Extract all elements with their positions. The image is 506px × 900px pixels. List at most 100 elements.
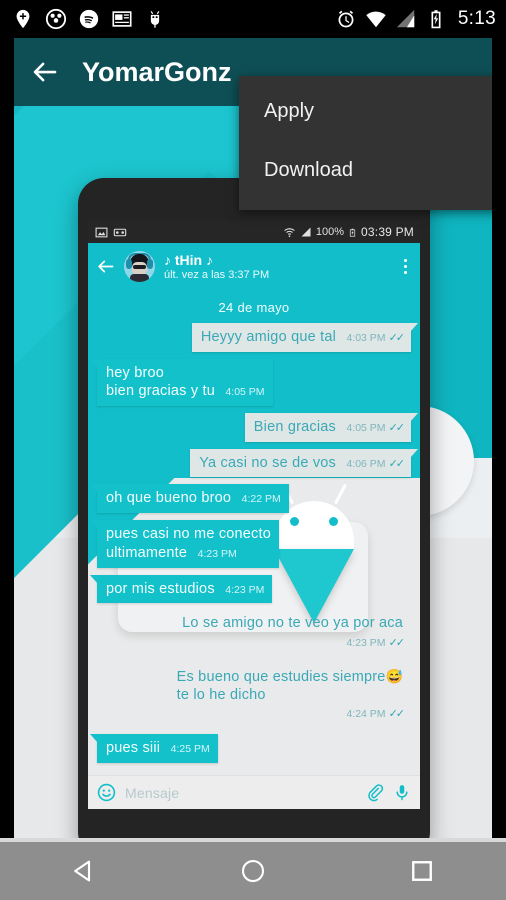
news-layout-icon [112,11,132,27]
read-receipt-icon: ✓✓ [388,636,406,649]
message-row[interactable]: oh que bueno broo 4:22 PM [90,484,411,514]
avatar-headphone-right [147,259,153,269]
message-meta: 4:03 PM ✓✓ [346,331,406,344]
app-container: YomarGonz 100% 03:39 PM ♪ tHin ♪ últ. ve… [14,38,492,838]
bubble-tail [90,484,98,494]
location-pin-plus-icon [16,9,30,29]
nav-recents-square-icon[interactable] [407,856,437,886]
voicemail-icon [113,228,127,236]
bubble-tail [410,448,418,458]
chat-overflow-menu-icon[interactable] [404,259,411,274]
menu-item-download[interactable]: Download [239,141,492,200]
screen-root: 5:13 YomarGonz 100% 03:39 PM ♪ tHin ♪ úl… [0,0,506,900]
message-meta: 4:06 PM ✓✓ [346,457,406,470]
avatar[interactable] [124,251,155,282]
status-bar-clock: 5:13 [457,8,496,29]
chat-contact-lastseen: últ. vez a las 3:37 PM [164,268,270,281]
message-body: Es bueno que estudies siempre te lo he d… [177,668,403,704]
message-text: por mis estudios [106,580,215,597]
message-time: 4:06 PM [346,457,386,470]
bubble-tail [90,358,98,368]
date-separator: 24 de mayo [218,300,290,315]
message-row[interactable]: Heyyy amigo que tal 4:03 PM ✓✓ [97,323,418,352]
chat-header: ♪ tHin ♪ últ. vez a las 3:37 PM [88,243,420,290]
message-meta: 4:23 PM ✓✓ [346,636,406,649]
message-bubble-outgoing[interactable]: Bien gracias 4:05 PM ✓✓ [244,413,418,442]
system-status-bar: 5:13 [0,0,506,38]
message-meta: 4:25 PM [171,743,210,755]
wifi-icon [284,227,295,237]
message-time: 4:22 PM [241,493,281,506]
battery-charging-icon [431,10,441,29]
message-bubble-incoming[interactable]: pues siii 4:25 PM [90,734,218,763]
phone-status-time: 03:39 PM [361,225,414,239]
message-bubble-outgoing[interactable]: Lo se amigo no te veo ya por aca 4:23 PM… [173,610,411,656]
message-row[interactable]: por mis estudios 4:23 PM [90,574,411,604]
paperclip-icon[interactable] [366,783,384,802]
microphone-icon[interactable] [393,783,411,802]
chat-contact-name: ♪ tHin ♪ [164,251,213,268]
emoji-smiley-icon[interactable] [97,783,116,802]
phone-status-right: 100% 03:39 PM [283,225,414,239]
message-text: hey broo bien gracias y tu [106,364,215,400]
read-receipt-icon: ✓✓ [388,457,406,470]
avatar-body [130,274,149,282]
nav-home-circle-icon[interactable] [238,856,268,886]
avatar-glasses [133,265,146,269]
emoji-grinning-sweat-icon: 😅 [385,667,403,684]
bubble-tail [410,413,418,423]
message-text: Heyyy amigo que tal [200,329,336,345]
status-bar-system-icons: 5:13 [335,8,496,30]
chat-contact-info[interactable]: ♪ tHin ♪ últ. vez a las 3:37 PM [164,252,269,282]
phone-mockup: 100% 03:39 PM ♪ tHin ♪ últ. vez a las 3:… [78,178,430,838]
message-meta: 4:05 PM [225,386,264,398]
message-row[interactable]: pues casi no me conecto ultimamente 4:23… [90,520,411,568]
message-time: 4:23 PM [346,636,386,649]
message-bubble-outgoing[interactable]: Ya casi no se de vos 4:06 PM ✓✓ [190,448,418,478]
message-text: Ya casi no se de vos [199,454,336,471]
message-meta: 4:24 PM ✓✓ [346,707,406,721]
bubble-tail [90,574,98,584]
message-text: pues casi no me conecto ultimamente [106,526,271,561]
image-icon [95,227,108,237]
message-input[interactable]: Mensaje [125,785,357,801]
message-row[interactable]: pues siii 4:25 PM [90,734,411,763]
message-text: Lo se amigo no te veo ya por aca [182,615,403,632]
message-row[interactable]: Ya casi no se de vos 4:06 PM ✓✓ [97,448,418,478]
message-row[interactable]: Lo se amigo no te veo ya por aca 4:23 PM… [97,610,411,656]
message-bubble-incoming[interactable]: oh que bueno broo 4:22 PM [90,484,289,514]
message-time: 4:05 PM [346,422,386,435]
wallpaper-preview[interactable]: 100% 03:39 PM ♪ tHin ♪ últ. vez a las 3:… [14,106,492,838]
chat-input-bar: Mensaje [88,775,420,809]
read-receipt-icon: ✓✓ [388,332,406,344]
bubble-tail [90,734,98,744]
message-meta: 4:23 PM [225,584,264,596]
chat-back-arrow-icon[interactable] [96,257,115,276]
wifi-icon [366,11,386,28]
read-receipt-icon: ✓✓ [388,422,406,435]
message-row[interactable]: Es bueno que estudies siempre te lo he d… [97,663,411,727]
page-title: YomarGonz [82,56,232,87]
message-bubble-incoming[interactable]: por mis estudios 4:23 PM [90,574,273,604]
battery-percent: 100% [315,226,345,238]
message-bubble-incoming[interactable]: pues casi no me conecto ultimamente 4:23… [90,520,279,568]
alarm-clock-icon [338,10,354,28]
message-bubble-outgoing[interactable]: Es bueno que estudies siempre te lo he d… [168,663,411,727]
message-bubble-incoming[interactable]: hey broo bien gracias y tu 4:05 PM [90,358,273,407]
bubble-tail [90,520,98,530]
message-bubble-outgoing[interactable]: Heyyy amigo que tal 4:03 PM ✓✓ [191,323,418,352]
phone-status-bar: 100% 03:39 PM [88,221,420,243]
back-arrow-icon[interactable] [30,57,60,87]
spotify-icon [79,9,99,29]
overflow-menu-popup[interactable]: Apply Download [239,76,492,210]
message-text: Bien gracias [253,419,336,436]
chat-message-list[interactable]: 24 de mayo Heyyy amigo que tal 4:03 PM ✓… [88,290,420,775]
cell-signal-icon [396,9,415,28]
message-text: Es bueno que estudies siempre te lo he d… [176,668,386,703]
message-time: 4:23 PM [197,547,237,560]
read-receipt-icon: ✓✓ [388,708,406,721]
menu-item-apply[interactable]: Apply [239,82,492,141]
nav-back-triangle-icon[interactable] [69,856,99,886]
message-row[interactable]: Bien gracias 4:05 PM ✓✓ [97,413,418,442]
message-row[interactable]: hey broo bien gracias y tu 4:05 PM [90,358,411,407]
